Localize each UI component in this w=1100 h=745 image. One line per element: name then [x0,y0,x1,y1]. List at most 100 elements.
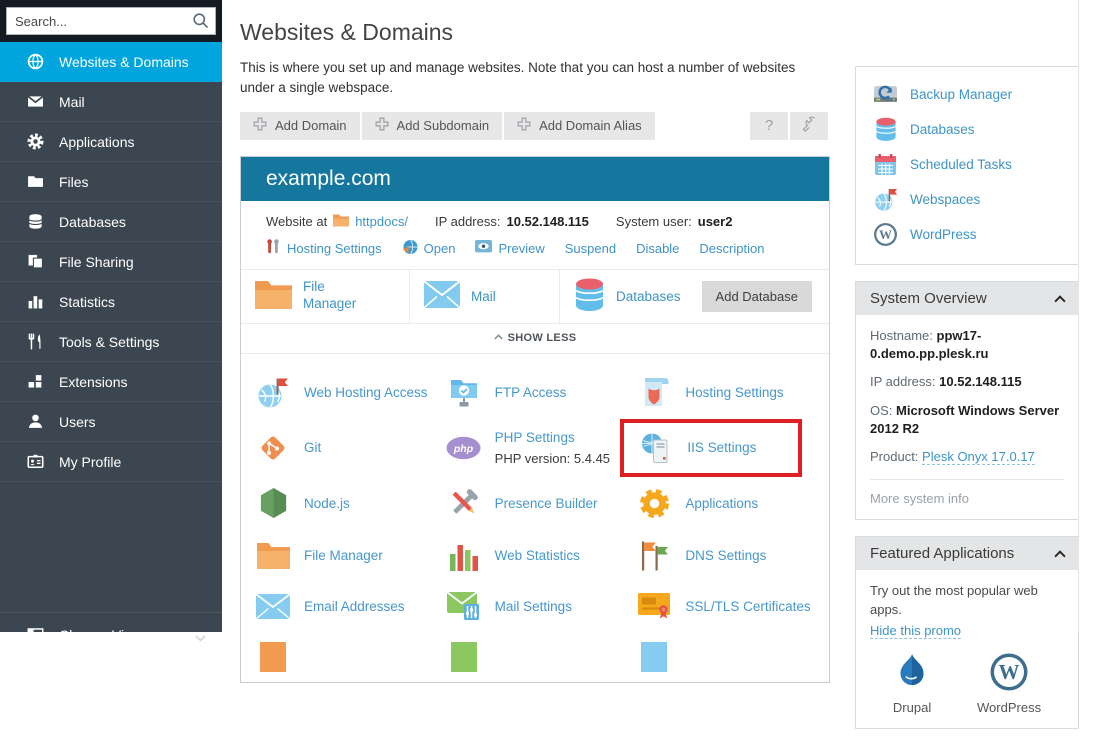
search-input[interactable] [6,7,216,35]
system-overview-body: Hostname: ppw17-0.demo.pp.plesk.ru IP ad… [856,315,1078,519]
hosting-settings-link[interactable]: Hosting Settings [287,241,382,256]
add-subdomain-label: Add Subdomain [397,118,490,133]
certificate-icon [636,593,672,620]
product-label: Product: [870,449,918,464]
suspend-link[interactable]: Suspend [565,241,616,256]
mail-label: Mail [471,289,496,304]
grid-item-dns-settings[interactable]: DNS Settings [630,530,821,582]
grid-item-file-manager[interactable]: File Manager [249,530,440,582]
featured-app-wordpress[interactable]: W WordPress [977,652,1041,715]
file-manager-shortcut[interactable]: File Manager [241,270,409,323]
grid-item-web-hosting-access[interactable]: Web Hosting Access [249,366,440,419]
bar-chart-icon [27,293,44,310]
sidebar-item-files[interactable]: Files [0,162,222,202]
os-line: OS: Microsoft Windows Server 2012 R2 [870,402,1064,438]
id-card-icon [27,453,44,470]
quick-link-webspaces[interactable]: Webspaces [856,182,1078,217]
pencil-hammer-icon [446,487,482,519]
quick-link-backup-manager[interactable]: Backup Manager [856,77,1078,112]
system-overview-header[interactable]: System Overview [856,282,1078,315]
sidebar-item-file-sharing[interactable]: File Sharing [0,242,222,282]
databases-label[interactable]: Databases [616,289,681,304]
database-icon [27,213,44,230]
open-link[interactable]: Open [424,241,456,256]
grid-item-git[interactable]: Git [249,419,440,477]
preview-link[interactable]: Preview [498,241,544,256]
quick-link-wordpress[interactable]: W WordPress [856,217,1078,252]
sidebar-item-users[interactable]: Users [0,402,222,442]
red-highlight-box: IIS Settings [620,419,802,477]
sidebar-item-label: File Sharing [59,254,134,270]
change-view-button[interactable]: Change View [0,612,222,656]
quick-link-scheduled-tasks[interactable]: Scheduled Tasks [856,147,1078,182]
grid-item-label: Hosting Settings [685,385,783,400]
grid-item-email-addresses[interactable]: Email Addresses [249,582,440,632]
sidebar-item-my-profile[interactable]: My Profile [0,442,222,482]
add-database-button[interactable]: Add Database [702,281,812,312]
sidebar-item-statistics[interactable]: Statistics [0,282,222,322]
grid-item-iis-settings[interactable]: IIS Settings [630,419,821,477]
description-link[interactable]: Description [699,241,764,256]
product-version-link[interactable]: Plesk Onyx 17.0.17 [922,449,1035,465]
grid-item-label: Web Hosting Access [304,385,428,400]
settings-wrench-button[interactable] [790,112,828,140]
database-icon [873,117,898,142]
open-site-icon [402,239,418,258]
featured-app-drupal[interactable]: Drupal [893,652,931,715]
domain-info-row: Website at httpdocs/ IP address: 10.52.1… [241,201,829,230]
clipped-icon [451,642,477,672]
add-subdomain-button[interactable]: Add Subdomain [362,112,503,140]
page-edge-divider [1078,0,1079,632]
featured-applications-header[interactable]: Featured Applications [856,537,1078,570]
featured-apps-row: Drupal W WordPress [870,652,1064,715]
mail-icon [424,281,460,311]
grid-item-ssl-certificates[interactable]: SSL/TLS Certificates [630,582,821,632]
sidebar-item-applications[interactable]: Applications [0,122,222,162]
add-domain-button[interactable]: Add Domain [240,112,360,140]
grid-item-hosting-settings[interactable]: Hosting Settings [630,366,821,419]
grid-item-label: Presence Builder [495,496,598,511]
more-system-info-link[interactable]: More system info [870,491,969,506]
user-icon [27,413,44,430]
preview-icon [475,240,492,256]
sidebar-item-databases[interactable]: Databases [0,202,222,242]
envelope-sliders-icon [446,592,482,622]
git-icon [255,432,291,464]
grid-item-nodejs[interactable]: Node.js [249,477,440,530]
sidebar-item-websites-domains[interactable]: Websites & Domains [0,42,222,82]
hide-promo-link[interactable]: Hide this promo [870,623,961,639]
grid-item-applications[interactable]: Applications [630,477,821,530]
hosting-settings-icon [266,239,281,257]
domain-card: example.com Website at httpdocs/ IP addr… [240,156,830,683]
globe-flag-icon [873,187,898,212]
ip-value: 10.52.148.115 [939,374,1021,389]
grid-item-php-settings[interactable]: php PHP Settings PHP version: 5.4.45 [440,419,631,477]
mail-shortcut[interactable]: Mail [409,270,559,323]
quick-links-panel: Backup Manager Databases Scheduled Tasks… [855,66,1079,265]
disable-link[interactable]: Disable [636,241,679,256]
show-less-toggle[interactable]: SHOW LESS [241,323,829,354]
grid-item-presence-builder[interactable]: Presence Builder [440,477,631,530]
search-icon[interactable] [192,12,210,35]
grid-item-ftp-access[interactable]: FTP Access [440,366,631,419]
grid-item-label: Web Statistics [495,548,580,563]
sidebar-item-extensions[interactable]: Extensions [0,362,222,402]
plus-icon [253,117,267,134]
php-icon: php [446,436,482,460]
sidebar-search-area [0,0,222,42]
add-domain-alias-button[interactable]: Add Domain Alias [504,112,655,140]
quick-link-databases[interactable]: Databases [856,112,1078,147]
sidebar-item-tools-settings[interactable]: Tools & Settings [0,322,222,362]
grid-item-mail-settings[interactable]: Mail Settings [440,582,631,632]
sidebar-item-mail[interactable]: Mail [0,82,222,122]
os-value: Microsoft Windows Server 2012 R2 [870,403,1059,436]
scroll-shield-icon [636,376,672,408]
sidebar-item-label: Tools & Settings [59,334,159,350]
grid-item-web-statistics[interactable]: Web Statistics [440,530,631,582]
grid-item-partial [249,632,440,682]
quick-link-label: WordPress [910,227,977,242]
plus-icon [375,117,389,134]
docroot-link[interactable]: httpdocs/ [355,214,408,229]
help-button[interactable]: ? [750,112,788,140]
quick-link-label: Scheduled Tasks [910,157,1012,172]
